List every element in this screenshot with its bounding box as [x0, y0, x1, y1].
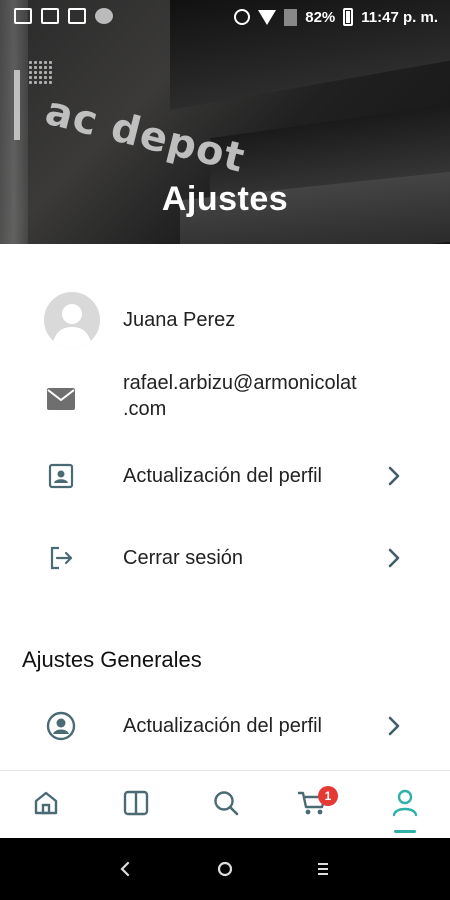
recents-button[interactable] [310, 856, 336, 882]
cart-badge: 1 [318, 786, 338, 806]
profile-name: Juana Perez [123, 309, 236, 331]
avatar-placeholder-icon [52, 304, 92, 348]
email-line: rafael.arbizu@armonicolat [123, 372, 357, 394]
nav-home[interactable] [28, 785, 64, 821]
message-icon [68, 8, 86, 24]
status-system: 82% 11:47 p. m. [234, 8, 438, 26]
message-icon [41, 8, 59, 24]
update-profile-row[interactable]: Actualización del perfil [0, 456, 450, 496]
nav-search[interactable] [208, 785, 244, 821]
page-title: Ajustes [161, 180, 289, 218]
account-circle-icon [46, 711, 76, 741]
logout-icon [46, 543, 76, 573]
email-text: rafael.arbizu@armonicolat .com [123, 370, 357, 422]
section-title-general: Ajustes Generales [22, 647, 202, 672]
chevron-right-icon [388, 716, 400, 736]
wifi-icon [258, 9, 277, 25]
home-icon [34, 791, 58, 815]
banner-store-sign: ac depot [40, 88, 250, 182]
banner-logo-dots [28, 60, 54, 86]
bottom-navigation [0, 770, 450, 838]
menu-icon [318, 863, 328, 875]
back-icon [120, 861, 130, 877]
chevron-right-icon [388, 548, 400, 568]
logout-label: Cerrar sesión [123, 547, 244, 569]
search-icon [214, 791, 239, 816]
email-line: .com [123, 398, 167, 420]
email-row: rafael.arbizu@armonicolat .com [0, 370, 450, 426]
system-navigation-bar [0, 838, 450, 900]
logout-row[interactable]: Cerrar sesión [0, 538, 450, 578]
general-update-profile-row[interactable]: Actualización del perfil [0, 706, 450, 746]
clock: 11:47 p. m. [361, 8, 438, 26]
profile-icon [392, 789, 418, 817]
home-button[interactable] [212, 856, 238, 882]
alarm-icon [234, 9, 251, 25]
status-bar: 82% 11:47 p. m. [0, 0, 450, 36]
profile-card-icon [46, 461, 76, 491]
nav-profile[interactable] [387, 785, 423, 821]
status-notifications [14, 8, 113, 24]
banner-stripe [14, 70, 20, 140]
battery-icon [343, 8, 354, 26]
update-profile-label: Actualización del perfil [123, 465, 322, 487]
active-tab-indicator [394, 830, 416, 833]
home-circle-icon [217, 861, 233, 877]
avatar [44, 292, 100, 348]
chevron-right-icon [388, 466, 400, 486]
no-sim-icon [284, 8, 298, 26]
nav-catalog[interactable] [118, 785, 154, 821]
header-banner: ac depot Ajustes [0, 0, 450, 244]
profile-row: Juana Perez [0, 290, 450, 350]
back-button[interactable] [112, 856, 138, 882]
notification-icon [14, 8, 32, 24]
circle-icon [95, 8, 113, 24]
battery-percent: 82% [305, 8, 336, 26]
catalog-icon [123, 790, 149, 816]
mail-icon [46, 384, 76, 414]
settings-content: Juana Perez rafael.arbizu@armonicolat .c… [0, 244, 450, 770]
general-update-profile-label: Actualización del perfil [123, 715, 322, 737]
